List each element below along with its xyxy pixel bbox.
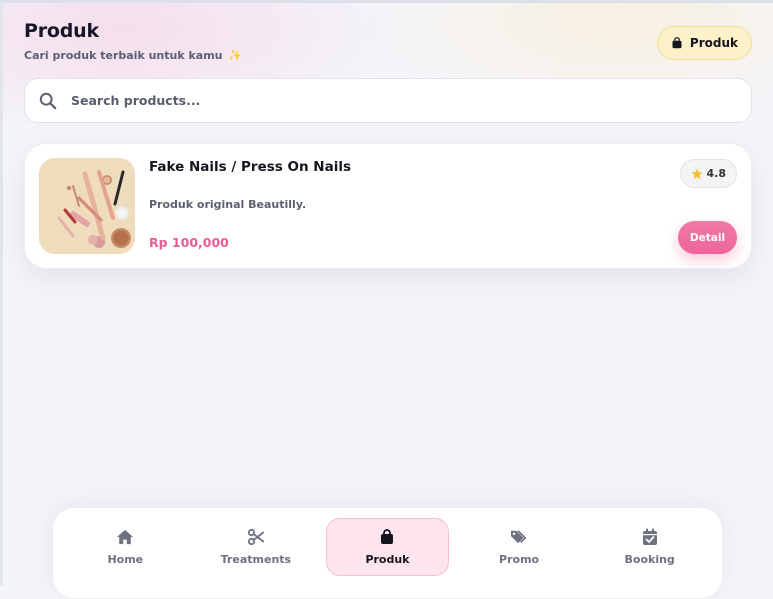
search-bar[interactable]: [24, 78, 752, 123]
badge-label: Produk: [689, 36, 738, 50]
detail-button[interactable]: Detail: [678, 221, 737, 254]
bottom-nav: Home Treatments Produk Promo Booking: [52, 507, 723, 599]
nav-item-treatments[interactable]: Treatments: [196, 518, 317, 576]
star-icon: [691, 168, 703, 180]
sparkles-icon: ✨: [228, 49, 243, 62]
home-icon: [116, 528, 134, 546]
subtitle-text: Cari produk terbaik untuk kamu: [24, 49, 223, 62]
left-border: [0, 0, 3, 586]
nav-label-produk: Produk: [365, 553, 410, 566]
shopping-bag-icon: [671, 37, 683, 49]
calendar-check-icon: [641, 528, 659, 546]
nav-label-home: Home: [107, 553, 144, 566]
nav-item-promo[interactable]: Promo: [459, 518, 580, 576]
rating-value: 4.8: [706, 167, 727, 180]
nav-item-produk[interactable]: Produk: [326, 518, 449, 576]
search-icon: [39, 92, 57, 110]
top-border: [0, 0, 773, 3]
page-subtitle: Cari produk terbaik untuk kamu ✨: [24, 49, 242, 62]
nav-label-booking: Booking: [624, 553, 675, 566]
nav-label-treatments: Treatments: [220, 553, 292, 566]
nav-label-promo: Promo: [499, 553, 540, 566]
product-image: [39, 158, 135, 254]
nav-item-home[interactable]: Home: [65, 518, 186, 576]
page-title: Produk: [24, 20, 99, 42]
product-description: Produk original Beautilly.: [149, 198, 307, 211]
product-name[interactable]: Fake Nails / Press On Nails: [149, 159, 351, 175]
scissors-icon: [247, 528, 265, 546]
search-input[interactable]: [69, 92, 673, 109]
produk-badge[interactable]: Produk: [656, 26, 752, 60]
tags-icon: [510, 528, 528, 546]
product-card[interactable]: Fake Nails / Press On Nails Produk origi…: [24, 143, 752, 269]
nav-item-booking[interactable]: Booking: [589, 518, 710, 576]
product-price: Rp 100,000: [149, 235, 229, 250]
page-header: Produk Cari produk terbaik untuk kamu ✨: [24, 20, 242, 62]
shopping-bag-icon: [378, 528, 396, 546]
rating-badge: 4.8: [679, 159, 737, 188]
